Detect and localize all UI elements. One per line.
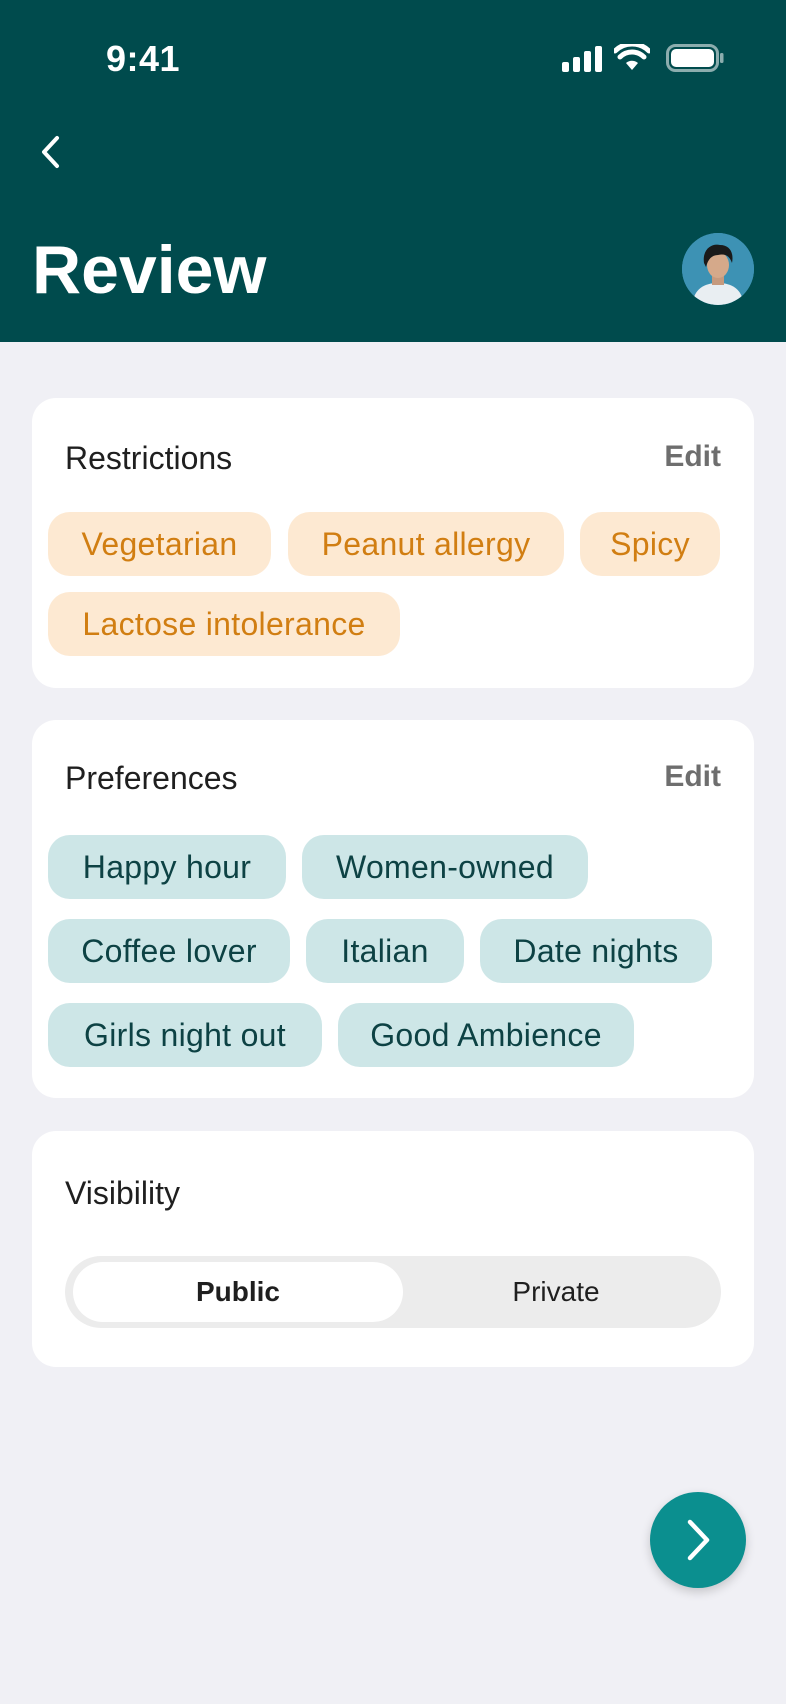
restriction-chip[interactable]: Vegetarian: [48, 512, 271, 576]
preference-chip[interactable]: Girls night out: [48, 1003, 322, 1067]
visibility-option-private[interactable]: Private: [391, 1262, 721, 1322]
cellular-signal-icon: [562, 46, 602, 72]
restrictions-title: Restrictions: [65, 440, 233, 476]
visibility-segmented-control: Public Private: [65, 1256, 721, 1328]
restrictions-edit-button[interactable]: Edit: [664, 440, 721, 474]
restrictions-card: Restrictions Edit Vegetarian Peanut alle…: [32, 398, 754, 688]
avatar[interactable]: [682, 233, 754, 305]
visibility-option-public[interactable]: Public: [73, 1262, 403, 1322]
preferences-edit-button[interactable]: Edit: [664, 760, 721, 794]
preference-chip[interactable]: Coffee lover: [48, 919, 290, 983]
back-button[interactable]: [30, 128, 70, 176]
avatar-image: [682, 233, 754, 305]
preference-chip[interactable]: Women-owned: [302, 835, 588, 899]
battery-icon: [666, 44, 724, 72]
chevron-left-icon: [42, 136, 59, 168]
page-title: Review: [32, 232, 267, 308]
wifi-icon: [614, 44, 650, 70]
status-time: 9:41: [106, 38, 181, 79]
preferences-card: Preferences Edit Happy hour Women-owned …: [32, 720, 754, 1098]
restriction-chip[interactable]: Peanut allergy: [288, 512, 564, 576]
next-button[interactable]: [650, 1492, 746, 1588]
visibility-title: Visibility: [65, 1175, 180, 1211]
preference-chip[interactable]: Happy hour: [48, 835, 286, 899]
visibility-card: Visibility Public Private: [32, 1131, 754, 1367]
preference-chip[interactable]: Date nights: [480, 919, 712, 983]
restriction-chip[interactable]: Lactose intolerance: [48, 592, 400, 656]
preferences-title: Preferences: [65, 760, 238, 796]
chevron-right-icon: [687, 1519, 710, 1561]
preference-chip[interactable]: Italian: [306, 919, 464, 983]
header: 9:41 Review: [0, 0, 786, 342]
restriction-chip[interactable]: Spicy: [580, 512, 720, 576]
preference-chip[interactable]: Good Ambience: [338, 1003, 634, 1067]
